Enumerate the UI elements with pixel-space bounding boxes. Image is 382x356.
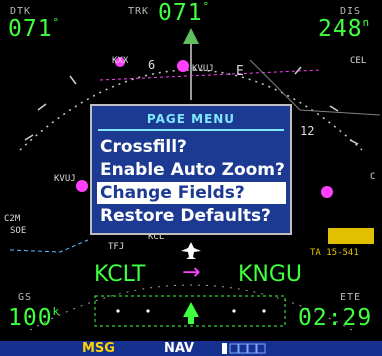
waypoint-label-kvuj: KVUJ — [192, 64, 214, 74]
airport-icon-right — [321, 186, 333, 198]
waypoint-label-cel: CEL — [350, 56, 367, 66]
heading-pointer-icon — [183, 28, 199, 44]
menu-item-enable-auto-zoom[interactable]: Enable Auto Zoom? — [97, 159, 286, 181]
airspace-block — [328, 228, 374, 244]
gs-label: GS — [18, 292, 33, 303]
waypoint-label-c: C — [370, 172, 376, 182]
compass-label-12: 12 — [300, 124, 315, 138]
page-menu-title: PAGE MENU — [146, 112, 236, 126]
cdi-to-arrow-icon — [183, 302, 199, 317]
nav-annunciator: NAV — [164, 341, 195, 356]
map-label-left-1: C2M — [4, 214, 21, 224]
waypoint-label-kxx: KXX — [112, 56, 129, 66]
compass-label-6: 6 — [148, 58, 156, 72]
route-to: KNGU — [238, 262, 303, 287]
menu-item-restore-defaults[interactable]: Restore Defaults? — [97, 205, 286, 227]
trk-label: TRK — [128, 6, 150, 17]
gps-map-page: DTK 071° TRK 071° DIS 248n GS 100k ETE 0… — [0, 0, 382, 356]
airport-icon-kvuj — [177, 60, 189, 72]
waypoint-label-kvuj-2: KVUJ — [54, 174, 76, 184]
dtk-value[interactable]: 071° — [8, 16, 60, 42]
menu-item-change-fields[interactable]: Change Fields? — [97, 182, 286, 204]
page-group-indicator — [222, 343, 266, 354]
gs-value[interactable]: 100k — [8, 305, 60, 331]
msg-annunciator[interactable]: MSG — [82, 341, 115, 356]
route-from: KCLT — [94, 262, 146, 287]
airport-icon-kvuj-2 — [76, 180, 88, 192]
menu-item-crossfill[interactable]: Crossfill? — [97, 136, 286, 158]
map-label-traffic: TA 15-541 — [310, 248, 359, 258]
status-bar: MSG NAV — [0, 341, 382, 356]
map-label-bottom-left: TFJ — [108, 242, 125, 252]
trk-value[interactable]: 071° — [158, 0, 210, 26]
ete-label: ETE — [340, 292, 362, 303]
airspace-boundary — [9, 239, 89, 253]
dis-value[interactable]: 248n — [318, 16, 370, 42]
page-menu: PAGE MENU Crossfill? Enable Auto Zoom? C… — [90, 104, 292, 235]
cdi-needle — [188, 316, 194, 324]
page-menu-divider — [98, 129, 284, 131]
compass-label-e: E — [236, 64, 244, 79]
ownship-icon — [181, 242, 201, 259]
ete-value[interactable]: 02:29 — [298, 305, 372, 331]
route-arrow-icon: → — [182, 260, 201, 285]
map-label-left-2: SOE — [10, 226, 27, 236]
